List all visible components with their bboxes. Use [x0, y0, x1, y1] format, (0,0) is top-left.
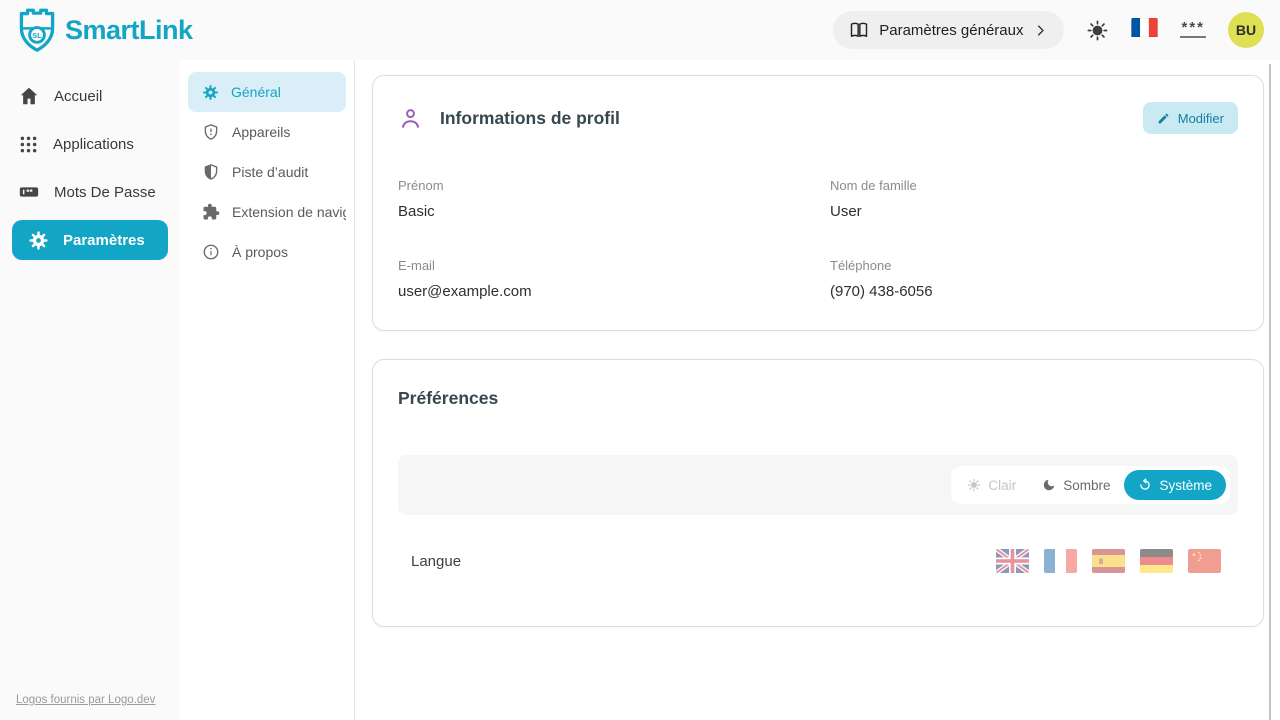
subnav-item-appareils[interactable]: Appareils	[188, 112, 346, 152]
hidden-password-icon[interactable]: ***	[1180, 22, 1206, 38]
chevron-right-icon	[1033, 23, 1048, 38]
language-label: Langue	[411, 553, 461, 570]
field-telephone: Téléphone (970) 438-6056	[830, 258, 1238, 300]
field-label: Prénom	[398, 178, 830, 193]
spain-flag-icon[interactable]	[1092, 549, 1125, 573]
sun-icon[interactable]	[1086, 19, 1109, 42]
subnav-item-piste-audit[interactable]: Piste d’audit	[188, 152, 346, 192]
gear-icon	[202, 84, 219, 101]
china-flag-icon[interactable]	[1188, 549, 1221, 573]
vertical-scrollbar[interactable]	[1269, 64, 1271, 720]
subnav-item-label: À propos	[232, 244, 288, 260]
home-icon	[18, 85, 40, 107]
subnav-item-extension[interactable]: Extension de navigateur	[188, 192, 346, 232]
subnav-item-general[interactable]: Général	[188, 72, 346, 112]
field-value: User	[830, 203, 1238, 220]
theme-setting-row: Clair Sombre Système	[398, 455, 1238, 515]
sidebar-item-label: Accueil	[54, 88, 102, 105]
theme-option-label: Sombre	[1063, 478, 1110, 493]
pencil-icon	[1157, 112, 1170, 125]
sidebar-item-applications[interactable]: Applications	[0, 120, 180, 168]
cycle-icon	[1138, 478, 1152, 492]
subnav-item-label: Appareils	[232, 124, 290, 140]
france-flag-icon[interactable]	[1131, 18, 1158, 42]
smartlink-shield-icon: SL	[16, 7, 58, 53]
moon-icon	[1042, 478, 1056, 492]
password-icon: **	[18, 181, 40, 203]
preferences-card-title: Préférences	[373, 360, 1263, 409]
logo-monogram: SL	[32, 31, 42, 40]
field-label: Nom de famille	[830, 178, 1238, 193]
info-icon	[202, 243, 220, 261]
uk-flag-icon[interactable]	[996, 549, 1029, 573]
language-setting-row: Langue	[398, 549, 1238, 573]
theme-option-label: Clair	[988, 478, 1016, 493]
sidebar-item-accueil[interactable]: Accueil	[0, 72, 180, 120]
person-icon	[398, 106, 423, 131]
sidebar-item-parametres[interactable]: Paramètres	[12, 220, 168, 260]
avatar[interactable]: BU	[1228, 12, 1264, 48]
sidebar-item-mots-de-passe[interactable]: ** Mots De Passe	[0, 168, 180, 216]
theme-option-sombre[interactable]: Sombre	[1030, 470, 1122, 500]
theme-option-systeme[interactable]: Système	[1124, 470, 1226, 500]
settings-subnav: Général Appareils Piste d’audit Extensio…	[180, 60, 355, 720]
theme-option-clair[interactable]: Clair	[955, 470, 1028, 500]
subnav-item-label: Piste d’audit	[232, 164, 308, 180]
general-settings-nav-button[interactable]: Paramètres généraux	[833, 11, 1064, 49]
field-label: E-mail	[398, 258, 830, 273]
germany-flag-icon[interactable]	[1140, 549, 1173, 573]
shield-half-icon	[202, 163, 220, 181]
preferences-card: Préférences Clair	[372, 359, 1264, 627]
primary-sidebar: Accueil Applications ** Mots De Passe	[0, 60, 180, 720]
edit-button-label: Modifier	[1178, 111, 1224, 126]
gear-icon	[28, 230, 49, 251]
field-email: E-mail user@example.com	[398, 258, 830, 300]
puzzle-icon	[202, 203, 220, 221]
sidebar-item-label: Paramètres	[63, 232, 145, 249]
edit-profile-button[interactable]: Modifier	[1143, 102, 1238, 134]
theme-toggle-group: Clair Sombre Système	[951, 466, 1230, 504]
logos-credit-link[interactable]: Logos fournis par Logo.dev	[16, 694, 155, 706]
profile-card: Informations de profil Modifier Prénom B…	[372, 75, 1264, 331]
sun-icon	[967, 478, 981, 492]
apps-grid-icon	[18, 134, 39, 155]
theme-option-label: Système	[1159, 478, 1212, 493]
sidebar-item-label: Mots De Passe	[54, 184, 156, 201]
field-prenom: Prénom Basic	[398, 178, 830, 220]
main-content: Informations de profil Modifier Prénom B…	[355, 60, 1280, 720]
profile-card-title: Informations de profil	[440, 108, 620, 129]
france-flag-icon[interactable]	[1044, 549, 1077, 573]
book-icon	[849, 20, 869, 40]
field-value: Basic	[398, 203, 830, 220]
svg-text:**: **	[26, 188, 33, 197]
brand-logo[interactable]: SL SmartLink	[16, 7, 193, 53]
top-header: SL SmartLink Paramètres généraux	[0, 0, 1280, 60]
language-flag-list	[996, 549, 1221, 573]
asterisks-glyph: ***	[1180, 22, 1206, 38]
brand-name: SmartLink	[65, 15, 193, 46]
field-value: (970) 438-6056	[830, 283, 1238, 300]
subnav-item-a-propos[interactable]: À propos	[188, 232, 346, 272]
subnav-item-label: Extension de navigateur	[232, 204, 346, 220]
field-value: user@example.com	[398, 283, 830, 300]
field-label: Téléphone	[830, 258, 1238, 273]
shield-alert-icon	[202, 123, 220, 141]
subnav-item-label: Général	[231, 84, 281, 100]
nav-button-label: Paramètres généraux	[879, 22, 1023, 39]
sidebar-item-label: Applications	[53, 136, 134, 153]
field-nom: Nom de famille User	[830, 178, 1238, 220]
